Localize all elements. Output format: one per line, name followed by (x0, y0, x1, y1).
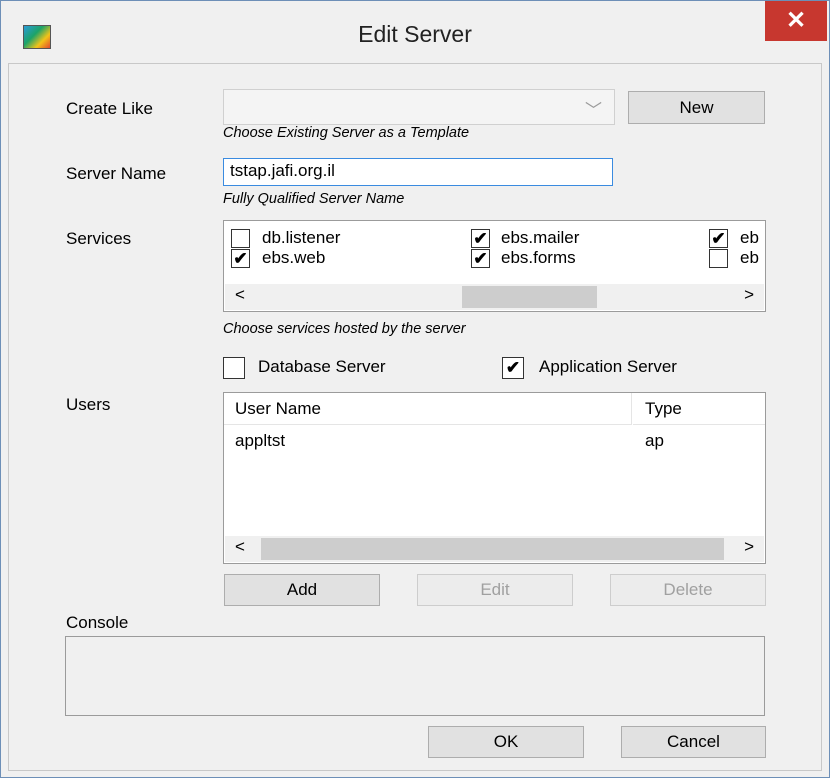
check-icon: ✔ (233, 249, 248, 268)
check-icon: ✔ (505, 358, 521, 377)
column-header-type[interactable]: Type (633, 393, 765, 425)
ok-button[interactable]: OK (428, 726, 584, 758)
chevron-down-icon: ﹀ (585, 101, 602, 120)
service-label: db.listener (262, 228, 341, 247)
application-server-checkbox[interactable]: ✔ (502, 357, 524, 379)
services-scrollbar[interactable]: < > (225, 284, 764, 310)
services-list: db.listener ✔ ebs.mailer ✔ eb ✔ ebs.web … (223, 220, 766, 312)
close-button[interactable]: ✕ (765, 1, 827, 41)
new-button[interactable]: New (628, 91, 765, 124)
edit-user-button[interactable]: Edit (417, 574, 573, 606)
create-like-hint: Choose Existing Server as a Template (223, 125, 470, 141)
service-checkbox-eb-2[interactable] (709, 249, 728, 268)
user-name-cell[interactable]: appltst (235, 431, 285, 451)
check-icon: ✔ (473, 249, 488, 268)
cancel-button[interactable]: Cancel (621, 726, 766, 758)
users-label: Users (66, 395, 111, 414)
users-scrollbar[interactable]: < > (225, 536, 764, 562)
service-label: ebs.forms (501, 248, 576, 267)
window-title: Edit Server (358, 21, 472, 47)
scroll-right-icon[interactable]: > (744, 537, 754, 557)
service-checkbox-db-listener[interactable] (231, 229, 250, 248)
service-label: ebs.mailer (501, 228, 580, 247)
server-name-hint: Fully Qualified Server Name (223, 191, 405, 207)
service-label: eb (740, 228, 759, 247)
database-server-label: Database Server (258, 357, 386, 376)
create-like-dropdown[interactable]: ﹀ (223, 89, 615, 125)
services-hint: Choose services hosted by the server (223, 321, 466, 337)
check-icon: ✔ (711, 229, 726, 248)
console-label: Console (66, 613, 129, 632)
add-user-button[interactable]: Add (224, 574, 380, 606)
server-name-input[interactable]: tstap.jafi.org.il (223, 158, 613, 186)
delete-user-button[interactable]: Delete (610, 574, 766, 606)
console-output[interactable] (65, 636, 765, 716)
scroll-left-icon[interactable]: < (235, 285, 245, 305)
create-like-label: Create Like (66, 99, 153, 118)
database-server-checkbox[interactable] (223, 357, 245, 379)
server-name-label: Server Name (66, 164, 167, 183)
service-label: eb (740, 248, 759, 267)
service-checkbox-eb-1[interactable]: ✔ (709, 229, 728, 248)
service-checkbox-ebs-mailer[interactable]: ✔ (471, 229, 490, 248)
service-checkbox-ebs-forms[interactable]: ✔ (471, 249, 490, 268)
scroll-thumb[interactable] (261, 538, 724, 560)
column-header-user-name[interactable]: User Name (224, 393, 632, 425)
service-checkbox-ebs-web[interactable]: ✔ (231, 249, 250, 268)
scroll-left-icon[interactable]: < (235, 537, 245, 557)
application-server-label: Application Server (539, 357, 677, 376)
scroll-thumb[interactable] (462, 286, 597, 308)
title-bar: Edit Server ✕ (1, 1, 829, 63)
services-label: Services (66, 229, 132, 248)
user-type-cell[interactable]: ap (645, 431, 664, 451)
service-label: ebs.web (262, 248, 326, 267)
check-icon: ✔ (473, 229, 488, 248)
scroll-right-icon[interactable]: > (744, 285, 754, 305)
close-icon: ✕ (785, 7, 807, 34)
